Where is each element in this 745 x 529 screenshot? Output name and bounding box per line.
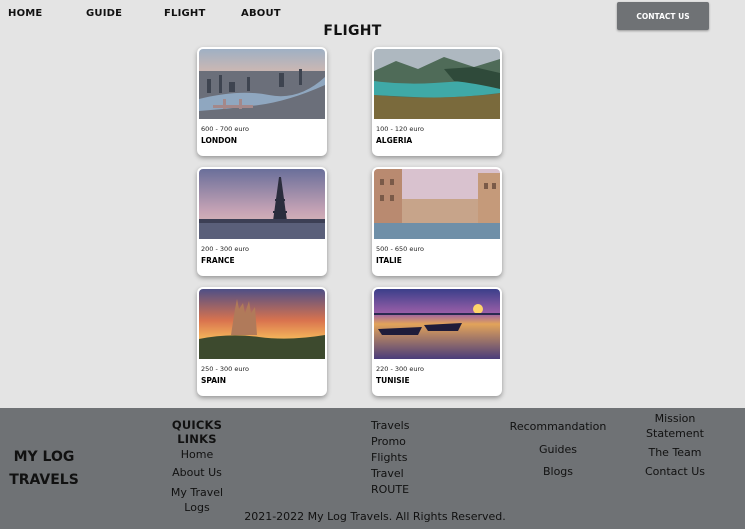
footer-flights-link[interactable]: Flights <box>371 451 431 464</box>
nav-flight-link[interactable]: FLIGHT <box>164 8 206 19</box>
footer-recommandation-link[interactable]: Recommandation <box>503 420 613 433</box>
destination-card-tunisie[interactable]: 220 - 300 euro TUNISIE <box>372 287 502 396</box>
footer-travel-route-link[interactable]: Travel ROUTE <box>371 467 431 496</box>
travel-links-column: Travels Promo Flights Travel ROUTE <box>371 419 431 496</box>
card-city: SPAIN <box>201 376 227 385</box>
footer-about-us-link[interactable]: About Us <box>152 466 242 479</box>
footer-travels-link[interactable]: Travels <box>371 419 431 432</box>
algeria-photo <box>374 49 500 119</box>
footer-statement-label: Statement <box>646 427 704 440</box>
footer-home-link[interactable]: Home <box>152 448 242 461</box>
london-photo <box>199 49 325 119</box>
brand-line-2: TRAVELS <box>9 472 79 488</box>
card-city: TUNISIE <box>376 376 410 385</box>
site-footer: MY LOG TRAVELS QUICKS LINKS Home About U… <box>0 408 745 529</box>
footer-travel-label: Travel <box>371 467 404 480</box>
spain-photo <box>199 289 325 359</box>
brand-line-1: MY LOG <box>13 449 75 465</box>
nav-about-link[interactable]: ABOUT <box>241 8 281 19</box>
destination-card-spain[interactable]: 250 - 300 euro SPAIN <box>197 287 327 396</box>
footer-contact-us-link[interactable]: Contact Us <box>640 465 710 478</box>
footer-route-label: ROUTE <box>371 483 410 496</box>
destination-card-london[interactable]: 600 - 700 euro LONDON <box>197 47 327 156</box>
quick-links-column: QUICKS LINKS Home About Us My Travel Log… <box>152 418 242 514</box>
page-title: FLIGHT <box>323 23 382 39</box>
tunisie-photo <box>374 289 500 359</box>
france-photo <box>199 169 325 239</box>
footer-the-team-link[interactable]: The Team <box>640 446 710 459</box>
card-city: ITALIE <box>376 256 402 265</box>
about-links-column: Mission Statement The Team Contact Us <box>640 412 710 478</box>
card-price: 100 - 120 euro <box>376 125 424 133</box>
card-city: FRANCE <box>201 256 235 265</box>
card-price: 600 - 700 euro <box>201 125 249 133</box>
nav-guide-link[interactable]: GUIDE <box>86 8 122 19</box>
destination-card-france[interactable]: 200 - 300 euro FRANCE <box>197 167 327 276</box>
italie-photo <box>374 169 500 239</box>
card-city: LONDON <box>201 136 238 145</box>
footer-mission-statement-link[interactable]: Mission Statement <box>640 412 710 440</box>
info-links-column: Recommandation Guides Blogs <box>503 420 613 478</box>
card-price: 500 - 650 euro <box>376 245 424 253</box>
card-price: 220 - 300 euro <box>376 365 424 373</box>
copyright-text: 2021-2022 My Log Travels. All Rights Res… <box>244 510 506 523</box>
footer-blogs-link[interactable]: Blogs <box>503 465 613 478</box>
card-price: 250 - 300 euro <box>201 365 249 373</box>
card-price: 200 - 300 euro <box>201 245 249 253</box>
footer-mission-label: Mission <box>654 412 696 425</box>
destination-card-algeria[interactable]: 100 - 120 euro ALGERIA <box>372 47 502 156</box>
quick-links-heading: QUICKS LINKS <box>171 418 223 446</box>
destination-card-italie[interactable]: 500 - 650 euro ITALIE <box>372 167 502 276</box>
footer-brand: MY LOG TRAVELS <box>4 446 84 492</box>
nav-home-link[interactable]: HOME <box>8 8 42 19</box>
card-city: ALGERIA <box>376 136 413 145</box>
footer-my-travel-label: My Travel <box>170 486 224 499</box>
footer-guides-link[interactable]: Guides <box>503 443 613 456</box>
footer-promo-link[interactable]: Promo <box>371 435 431 448</box>
